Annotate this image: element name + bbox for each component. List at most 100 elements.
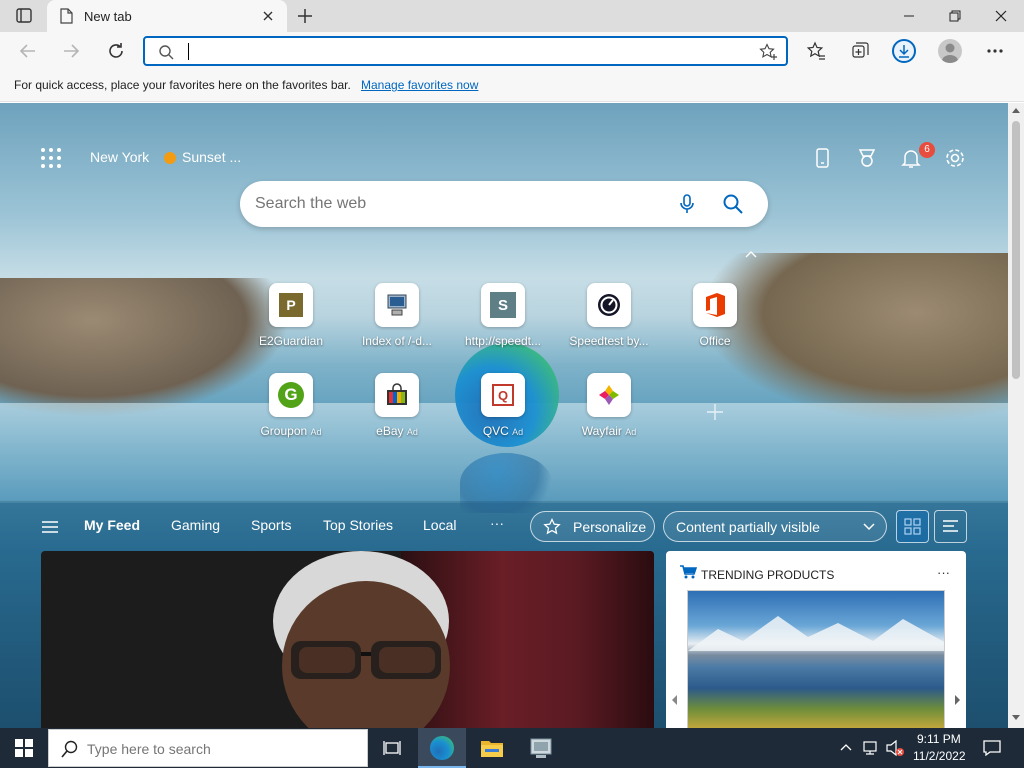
quick-link-label[interactable]: Wayfair Ad — [559, 424, 659, 438]
refresh-icon[interactable] — [106, 41, 126, 61]
tab-my-feed[interactable]: My Feed — [84, 517, 140, 533]
trending-more-button[interactable]: ··· — [937, 565, 950, 580]
taskbar-search-input[interactable] — [87, 739, 357, 759]
personalize-icon — [543, 518, 561, 536]
collections-icon[interactable] — [850, 41, 870, 61]
web-search-box[interactable] — [240, 181, 768, 227]
address-input[interactable] — [185, 41, 745, 61]
quick-link-groupon[interactable]: G — [269, 373, 313, 417]
page-scrollbar[interactable] — [1008, 103, 1024, 728]
taskbar-edge-button[interactable] — [418, 728, 466, 768]
taskbar-search-box[interactable] — [48, 729, 368, 767]
tab-gaming[interactable]: Gaming — [171, 517, 220, 533]
scroll-down-arrow-icon[interactable] — [1012, 715, 1020, 721]
grid-view-icon — [904, 518, 921, 535]
close-tab-icon[interactable] — [261, 9, 275, 23]
qvc-favicon: Q — [492, 384, 514, 406]
trending-products-card[interactable]: TRENDING PRODUCTS ··· — [666, 551, 966, 728]
rewards-icon[interactable] — [857, 147, 877, 169]
tray-overflow-icon[interactable] — [839, 742, 853, 752]
personalize-button[interactable]: Personalize — [530, 511, 655, 542]
e2guardian-favicon: P — [279, 293, 303, 317]
add-favorite-icon[interactable] — [759, 43, 779, 61]
web-search-input[interactable] — [255, 193, 655, 215]
clock-time[interactable]: 9:11 PM — [917, 732, 961, 746]
tab-sports[interactable]: Sports — [251, 517, 291, 533]
groupon-favicon: G — [278, 382, 304, 408]
quick-link-wayfair[interactable] — [587, 373, 631, 417]
minimize-button[interactable] — [901, 8, 917, 24]
app-launcher-icon[interactable] — [40, 147, 62, 169]
address-bar[interactable] — [143, 36, 788, 66]
tab-strip: New tab — [0, 0, 1024, 32]
restore-button[interactable] — [947, 8, 963, 24]
add-site-button[interactable] — [705, 402, 725, 422]
forward-icon[interactable] — [61, 42, 81, 60]
carousel-next-icon[interactable] — [953, 693, 963, 707]
collapse-chevron-icon[interactable] — [744, 249, 758, 259]
quick-link-speedtest-url[interactable]: S — [481, 283, 525, 327]
quick-link-label[interactable]: http://speedt... — [453, 334, 553, 348]
tab-local[interactable]: Local — [423, 517, 456, 533]
news-hero-card[interactable] — [41, 551, 654, 728]
quick-link-label[interactable]: QVC Ad — [453, 424, 553, 438]
tab-top-stories[interactable]: Top Stories — [323, 517, 393, 533]
ad-badge: Ad — [625, 427, 637, 437]
shopping-cart-icon — [679, 564, 697, 580]
ad-badge: Ad — [512, 427, 524, 437]
location-label[interactable]: New York — [90, 149, 149, 165]
back-icon[interactable] — [18, 42, 38, 60]
ad-badge: Ad — [310, 427, 322, 437]
control-panel-icon[interactable] — [528, 737, 554, 759]
favorites-bar: For quick access, place your favorites h… — [0, 70, 1024, 102]
feed-menu-icon[interactable] — [40, 519, 60, 535]
speedtest-gauge-icon — [598, 294, 620, 316]
carousel-prev-icon[interactable] — [669, 693, 679, 707]
feed-more-button[interactable]: ··· — [490, 515, 504, 531]
file-explorer-icon[interactable] — [480, 737, 504, 759]
scroll-up-arrow-icon[interactable] — [1012, 107, 1020, 113]
wayfair-logo-icon — [599, 385, 619, 405]
tab-new-tab[interactable]: New tab — [47, 0, 287, 32]
navigation-toolbar — [0, 32, 1024, 70]
profile-avatar[interactable] — [938, 39, 962, 63]
page-settings-icon[interactable] — [944, 147, 966, 169]
product-image-landscape — [687, 590, 945, 728]
quick-link-label[interactable]: Groupon Ad — [241, 424, 341, 438]
quick-link-label[interactable]: E2Guardian — [241, 334, 341, 348]
mobile-icon[interactable] — [814, 147, 832, 169]
quick-link-e2guardian[interactable]: P — [269, 283, 313, 327]
quick-link-label[interactable]: Speedtest by... — [559, 334, 659, 348]
volume-muted-icon[interactable] — [885, 739, 905, 757]
list-view-button[interactable] — [934, 510, 967, 543]
task-view-icon[interactable] — [382, 738, 402, 758]
quick-link-label[interactable]: Index of /-d... — [347, 334, 447, 348]
quick-link-label[interactable]: eBay Ad — [347, 424, 447, 438]
close-window-button[interactable] — [993, 8, 1009, 24]
quick-link-ebay[interactable] — [375, 373, 419, 417]
quick-link-speedtest[interactable] — [587, 283, 631, 327]
manage-favorites-link[interactable]: Manage favorites now — [361, 78, 478, 92]
weather-label[interactable]: Sunset ... — [182, 149, 241, 165]
start-button[interactable] — [0, 728, 48, 768]
quick-link-index[interactable] — [375, 283, 419, 327]
quick-link-qvc[interactable]: Q — [481, 373, 525, 417]
clock-date[interactable]: 11/2/2022 — [913, 749, 966, 763]
chevron-down-icon — [862, 522, 876, 532]
tab-actions-icon[interactable] — [12, 6, 36, 26]
network-icon[interactable] — [862, 739, 880, 757]
action-center-icon[interactable] — [982, 738, 1002, 758]
background-hill-left — [0, 278, 290, 418]
content-visibility-dropdown[interactable]: Content partially visible — [663, 511, 887, 542]
microphone-icon[interactable] — [677, 193, 697, 215]
settings-more-icon[interactable] — [985, 41, 1005, 61]
list-view-icon — [943, 520, 958, 532]
downloads-icon[interactable] — [892, 39, 916, 63]
grid-view-button[interactable] — [896, 510, 929, 543]
new-tab-button[interactable] — [295, 6, 315, 26]
quick-link-label[interactable]: Office — [665, 334, 765, 348]
quick-link-office[interactable] — [693, 283, 737, 327]
favorites-icon[interactable] — [806, 41, 826, 61]
scroll-thumb[interactable] — [1012, 121, 1020, 379]
search-submit-icon[interactable] — [722, 193, 744, 215]
